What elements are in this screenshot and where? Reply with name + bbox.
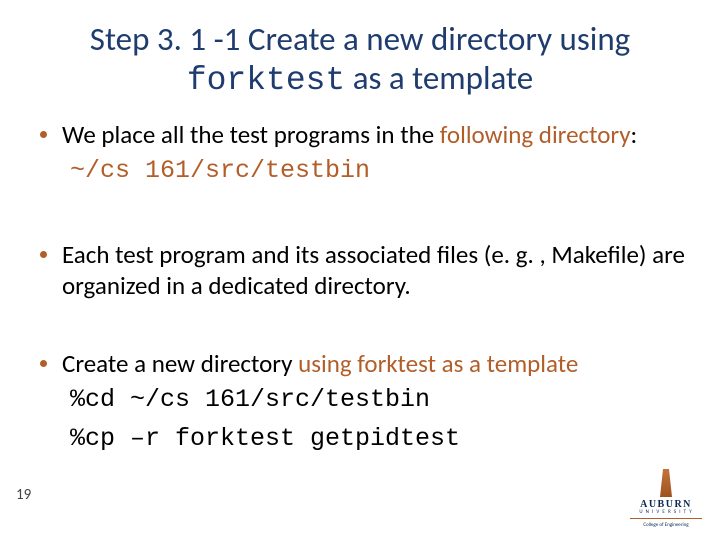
path-line: ~/cs 161/src/testbin <box>70 156 686 185</box>
cmd-line-1: %cd ~/cs 161/src/testbin <box>70 385 686 414</box>
bullet-2-text: Each test program and its associated fil… <box>62 239 685 301</box>
auburn-logo: AUBURN U N I V E R S I T Y College of En… <box>630 469 702 528</box>
bullet-list-2: Each test program and its associated fil… <box>34 239 686 302</box>
bullet-1: We place all the test programs in the fo… <box>34 119 686 150</box>
bullet-2: Each test program and its associated fil… <box>34 239 686 302</box>
vspace-2 <box>34 308 686 348</box>
bullet-list-3: Create a new directory using forktest as… <box>34 348 686 379</box>
vspace-1 <box>34 195 686 239</box>
bullet-3: Create a new directory using forktest as… <box>34 348 686 379</box>
page-number: 19 <box>16 486 31 504</box>
title-post: as a template <box>345 58 533 98</box>
bullet-1-accent: following directory <box>440 119 631 150</box>
tower-icon <box>656 469 676 497</box>
slide: Step 3. 1 -1 Create a new directory usin… <box>0 0 720 540</box>
slide-title: Step 3. 1 -1 Create a new directory usin… <box>34 20 686 101</box>
bullet-1-post: : <box>631 119 638 150</box>
cmd-line-2: %cp –r forktest getpidtest <box>70 424 686 453</box>
title-code: forktest <box>187 62 345 99</box>
logo-university: U N I V E R S I T Y <box>630 509 702 515</box>
logo-divider <box>630 518 702 519</box>
bullet-3-pre: Create a new directory <box>62 348 298 379</box>
logo-college: College of Engineering <box>630 522 702 528</box>
bullet-list: We place all the test programs in the fo… <box>34 119 686 150</box>
title-pre: Step 3. 1 -1 Create a new directory usin… <box>90 19 630 59</box>
bullet-3-accent: using forktest as a template <box>298 348 578 379</box>
bullet-1-pre: We place all the test programs in the <box>62 119 440 150</box>
